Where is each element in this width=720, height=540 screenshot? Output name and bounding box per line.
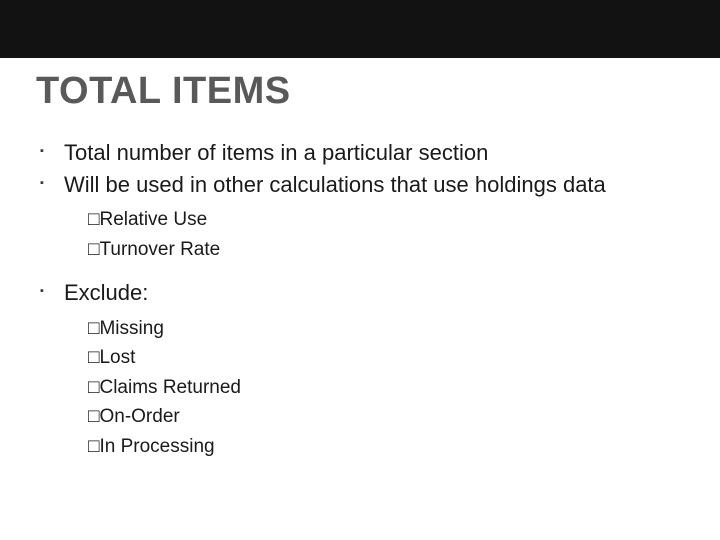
bullet-item: Exclude: □Missing □Lost □Claims Returned… (36, 278, 676, 461)
sub-bullet-item: □In Processing (64, 432, 676, 461)
bullet-text: Exclude: (64, 280, 148, 305)
bullet-text: Total number of items in a particular se… (64, 140, 488, 165)
checkbox-icon: □ (88, 347, 99, 368)
sub-bullet-item: □Lost (64, 343, 676, 372)
checkbox-icon: □ (88, 209, 99, 230)
sub-bullet-item: □Relative Use (64, 205, 676, 234)
checkbox-icon: □ (88, 377, 99, 398)
top-black-band (0, 0, 720, 58)
sub-bullet-item: □Missing (64, 314, 676, 343)
sub-bullet-text: Relative Use (99, 209, 207, 230)
sub-bullet-item: □On-Order (64, 402, 676, 431)
sub-bullet-text: Claims Returned (99, 377, 241, 398)
sub-bullet-text: Turnover Rate (99, 239, 220, 260)
checkbox-icon: □ (88, 318, 99, 339)
bullet-text: Will be used in other calculations that … (64, 172, 606, 197)
bullet-item: Will be used in other calculations that … (36, 170, 676, 265)
checkbox-icon: □ (88, 239, 99, 260)
sub-bullet-text: Lost (99, 347, 135, 368)
sub-bullet-item: □Claims Returned (64, 373, 676, 402)
checkbox-icon: □ (88, 436, 99, 457)
sub-bullet-text: Missing (99, 318, 163, 339)
sub-bullet-text: On-Order (99, 406, 179, 427)
checkbox-icon: □ (88, 406, 99, 427)
sub-bullet-text: In Processing (99, 436, 214, 457)
slide-title: TOTAL ITEMS (36, 70, 291, 113)
slide: TOTAL ITEMS Total number of items in a p… (0, 0, 720, 540)
sub-bullet-item: □Turnover Rate (64, 235, 676, 264)
bullet-item: Total number of items in a particular se… (36, 138, 676, 168)
slide-body: Total number of items in a particular se… (36, 138, 676, 475)
